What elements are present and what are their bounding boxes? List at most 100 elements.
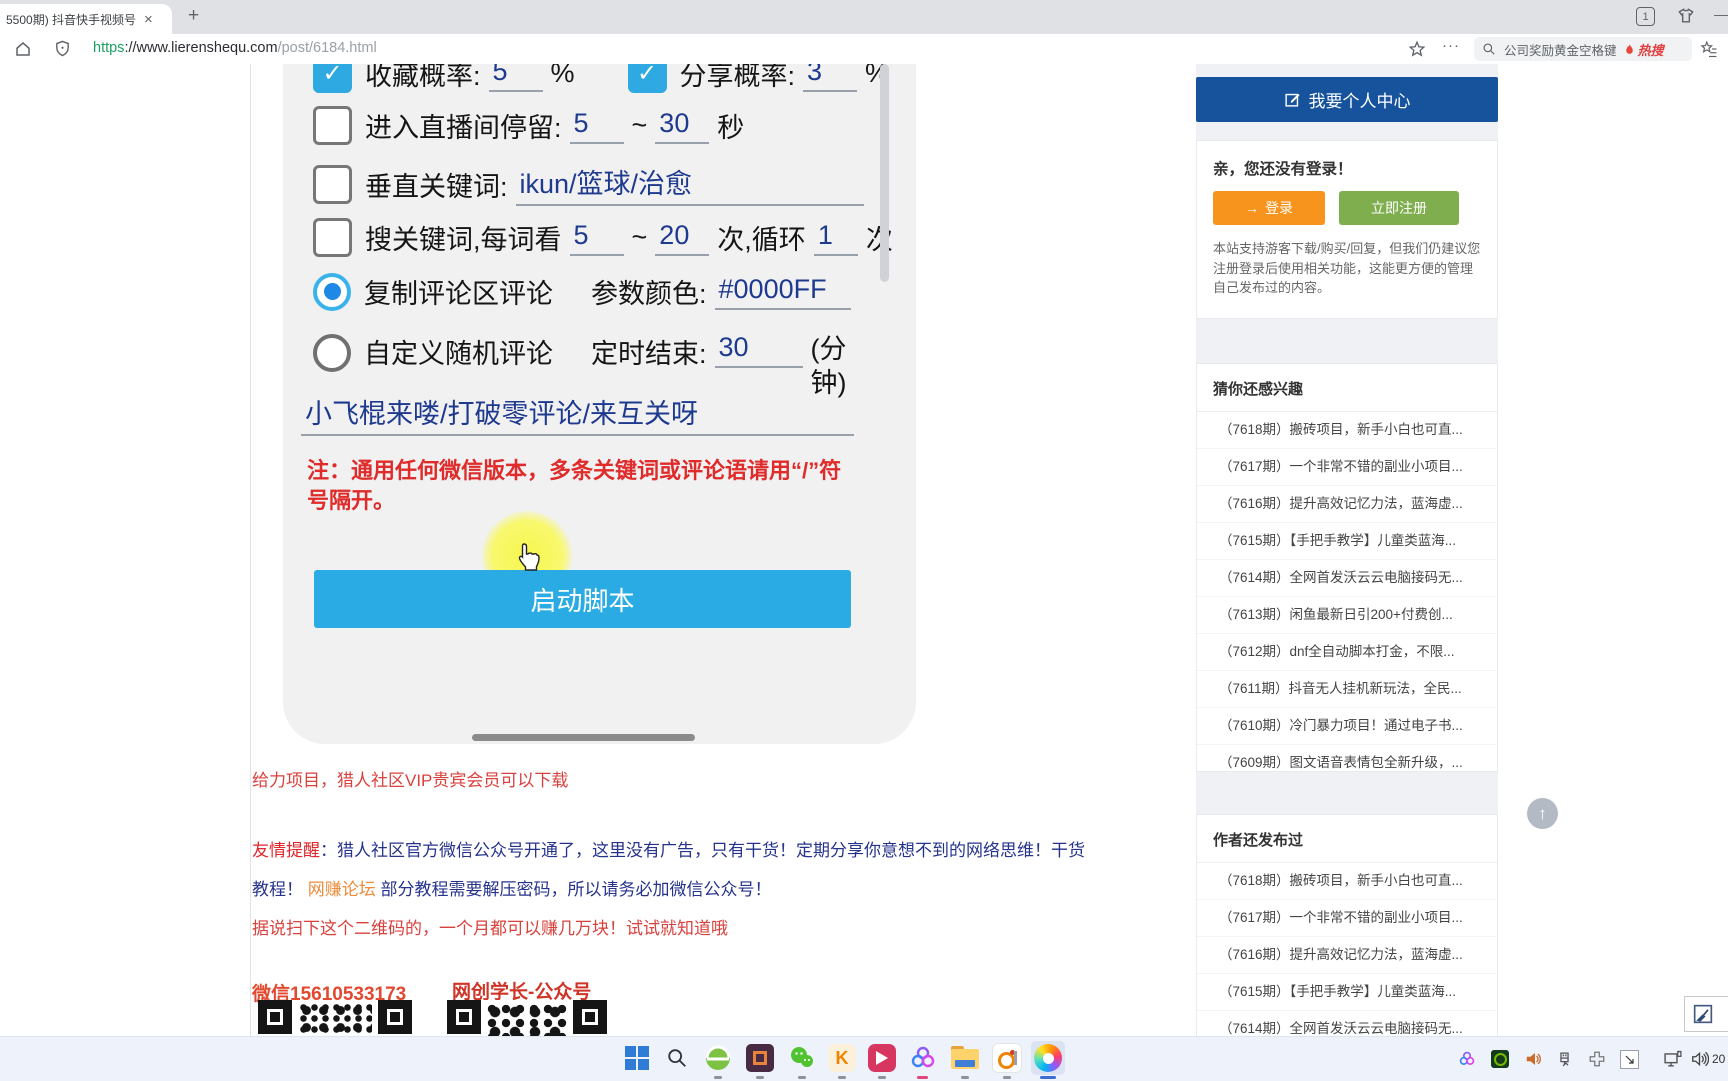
site-security-shield-icon[interactable] [54,40,71,62]
list-item[interactable]: （7616期）提升高效记忆力法，蓝海虚... [1197,936,1497,973]
taskbar-green-browser[interactable] [701,1041,735,1075]
tray-network-display[interactable] [1663,1050,1683,1074]
start-button[interactable] [620,1041,654,1075]
search-keyword-max-input[interactable]: 20 [655,220,709,256]
tab-title: 5500期) 抖音快手视频号刷 [0,11,136,28]
tray-gpu-settings[interactable] [1491,1050,1509,1068]
personal-center-button[interactable]: 我要个人中心 [1196,77,1498,122]
vertical-keyword-input[interactable]: ikun/篮球/治愈 [516,162,864,206]
cross-plus-icon [1588,1050,1606,1068]
search-suggestion-text: 公司奖励黄金空格键 [1504,40,1617,59]
search-keyword-min-input[interactable]: 5 [570,220,624,256]
list-item[interactable]: （7613期）闲鱼最新日引200+付费创... [1197,596,1497,633]
circles-app-icon [909,1044,937,1072]
reminder-text-1: ：猎人社区官方微信公众号开通了，这里没有广告，只有干货！定期分享你意想不到的网络… [320,841,1085,860]
k-app-icon: K [828,1044,856,1072]
vip-download-note: 给力项目，猎人社区VIP贵宾会员可以下载 [252,766,568,791]
copy-comment-label: 复制评论区评论 [364,272,553,311]
list-item[interactable]: （7615期）【手把手教学】儿童类蓝海... [1197,522,1497,559]
taskbar-active-browser[interactable] [1031,1041,1065,1075]
search-keyword-tilde: ~ [632,222,648,253]
comment-presets-input[interactable]: 小飞棍来喽/打破零评论/来互关呀 [301,392,854,436]
live-stay-tilde: ~ [632,110,648,141]
param-color-input[interactable]: #0000FF [715,274,851,310]
login-card: 亲，您还没有登录！ → 登录 立即注册 本站支持游客下载/购买/回复，但我们仍建… [1196,140,1498,319]
search-keyword-loop-input[interactable]: 1 [814,220,858,256]
list-item[interactable]: （7614期）全网首发沃云云电脑接码无... [1197,1010,1497,1036]
taskbar-search-button[interactable] [660,1041,694,1075]
taskbar-legacy-app[interactable] [743,1041,777,1075]
photos-app-icon [992,1043,1022,1073]
wechat-qr-code [258,1000,412,1036]
live-stay-min-input[interactable]: 5 [570,108,624,144]
tray-snip-tool[interactable] [1620,1050,1639,1069]
vertical-keyword-checkbox[interactable] [313,165,352,204]
tray-circles-app[interactable] [1458,1050,1476,1073]
login-button-label: 登录 [1265,198,1293,218]
tray-usb-eject[interactable] [1556,1050,1573,1074]
start-script-button[interactable]: 启动脚本 [314,570,851,628]
edit-pencil-icon [1284,91,1301,108]
home-icon[interactable] [14,40,32,63]
tab-count-icon[interactable]: 1 [1636,7,1655,26]
toolbar-menu-icon[interactable]: ··· [1442,37,1460,54]
list-item[interactable]: （7617期）一个非常不错的副业小项目... [1197,448,1497,485]
taskbar-photos-app[interactable] [990,1041,1024,1075]
list-item[interactable]: （7612期）dnf全自动脚本打金，不限... [1197,633,1497,670]
personal-center-label: 我要个人中心 [1309,87,1411,112]
taskbar-file-explorer[interactable] [948,1041,982,1075]
theme-shirt-icon[interactable] [1676,6,1696,31]
taskbar-circles-app[interactable] [906,1041,940,1075]
share-probability-input[interactable]: 3 [803,64,857,92]
live-stay-max-input[interactable]: 30 [655,108,709,144]
forum-link[interactable]: 网赚论坛 [308,880,376,899]
tray-utility-cross[interactable] [1588,1050,1606,1073]
list-item[interactable]: （7611期）抖音无人挂机新玩法，全民... [1197,670,1497,707]
favorites-list-icon[interactable] [1700,40,1718,63]
browser-tab-bar: 5500期) 抖音快手视频号刷 × + 1 — [0,0,1728,34]
custom-comment-radio[interactable] [313,334,351,372]
list-item[interactable]: （7610期）冷门暴力项目！通过电子书... [1197,707,1497,744]
tray-audio-manager[interactable] [1524,1050,1543,1073]
taskbar-kuaishou-app[interactable]: K [825,1041,859,1075]
red-play-app-icon [868,1044,896,1072]
taskbar-red-media-app[interactable] [865,1041,899,1075]
live-stay-label: 进入直播间停留: [365,106,562,145]
circles-app-icon [1458,1050,1476,1068]
favorite-probability-input[interactable]: 5 [489,64,543,92]
share-probability-checkbox[interactable]: ✓ [628,64,667,93]
favorite-probability-unit: % [551,64,575,89]
share-probability-label: 分享概率: [680,64,796,93]
minimize-button[interactable]: — [1714,6,1728,22]
list-item[interactable]: （7614期）全网首发沃云云电脑接码无... [1197,559,1497,596]
live-stay-checkbox[interactable] [313,106,352,145]
floating-select-popup[interactable] [1684,996,1728,1032]
reminder-label: 友情提醒 [252,841,320,860]
list-item[interactable]: （7618期）搬砖项目，新手小白也可直... [1197,412,1497,448]
phone-home-indicator [472,734,695,741]
favorite-probability-checkbox[interactable]: ✓ [313,64,352,93]
custom-comment-label: 自定义随机评论 [364,332,553,371]
taskbar-clock[interactable]: 20 [1712,1052,1725,1066]
new-tab-button[interactable]: + [188,5,199,27]
url-bar[interactable]: https://www.lierenshequ.com/post/6184.ht… [93,40,377,56]
list-item[interactable]: （7617期）一个非常不错的副业小项目... [1197,899,1497,936]
list-item[interactable]: （7615期）【手把手教学】儿童类蓝海... [1197,973,1497,1010]
back-to-top-button[interactable]: ↑ [1527,798,1558,829]
tray-volume[interactable] [1690,1050,1709,1073]
timer-end-input[interactable]: 30 [715,332,803,368]
taskbar-wechat[interactable] [785,1041,819,1075]
list-item[interactable]: （7618期）搬砖项目，新手小白也可直... [1197,863,1497,899]
hot-search-label: 热搜 [1638,40,1664,59]
search-keyword-checkbox[interactable] [313,218,352,257]
list-item[interactable]: （7616期）提升高效记忆力法，蓝海虚... [1197,485,1497,522]
bookmark-star-icon[interactable] [1408,40,1426,63]
inner-scrollbar[interactable] [880,64,889,282]
login-button[interactable]: → 登录 [1213,191,1325,225]
browser-tab[interactable]: 5500期) 抖音快手视频号刷 × [0,4,172,34]
register-button[interactable]: 立即注册 [1339,191,1459,225]
copy-comment-radio[interactable] [313,273,351,311]
list-item[interactable]: （7609期）图文语音表情包全新升级，... [1197,744,1497,781]
tab-close-icon[interactable]: × [144,12,153,27]
toolbar-search-box[interactable]: 公司奖励黄金空格键 热搜 [1474,37,1692,61]
